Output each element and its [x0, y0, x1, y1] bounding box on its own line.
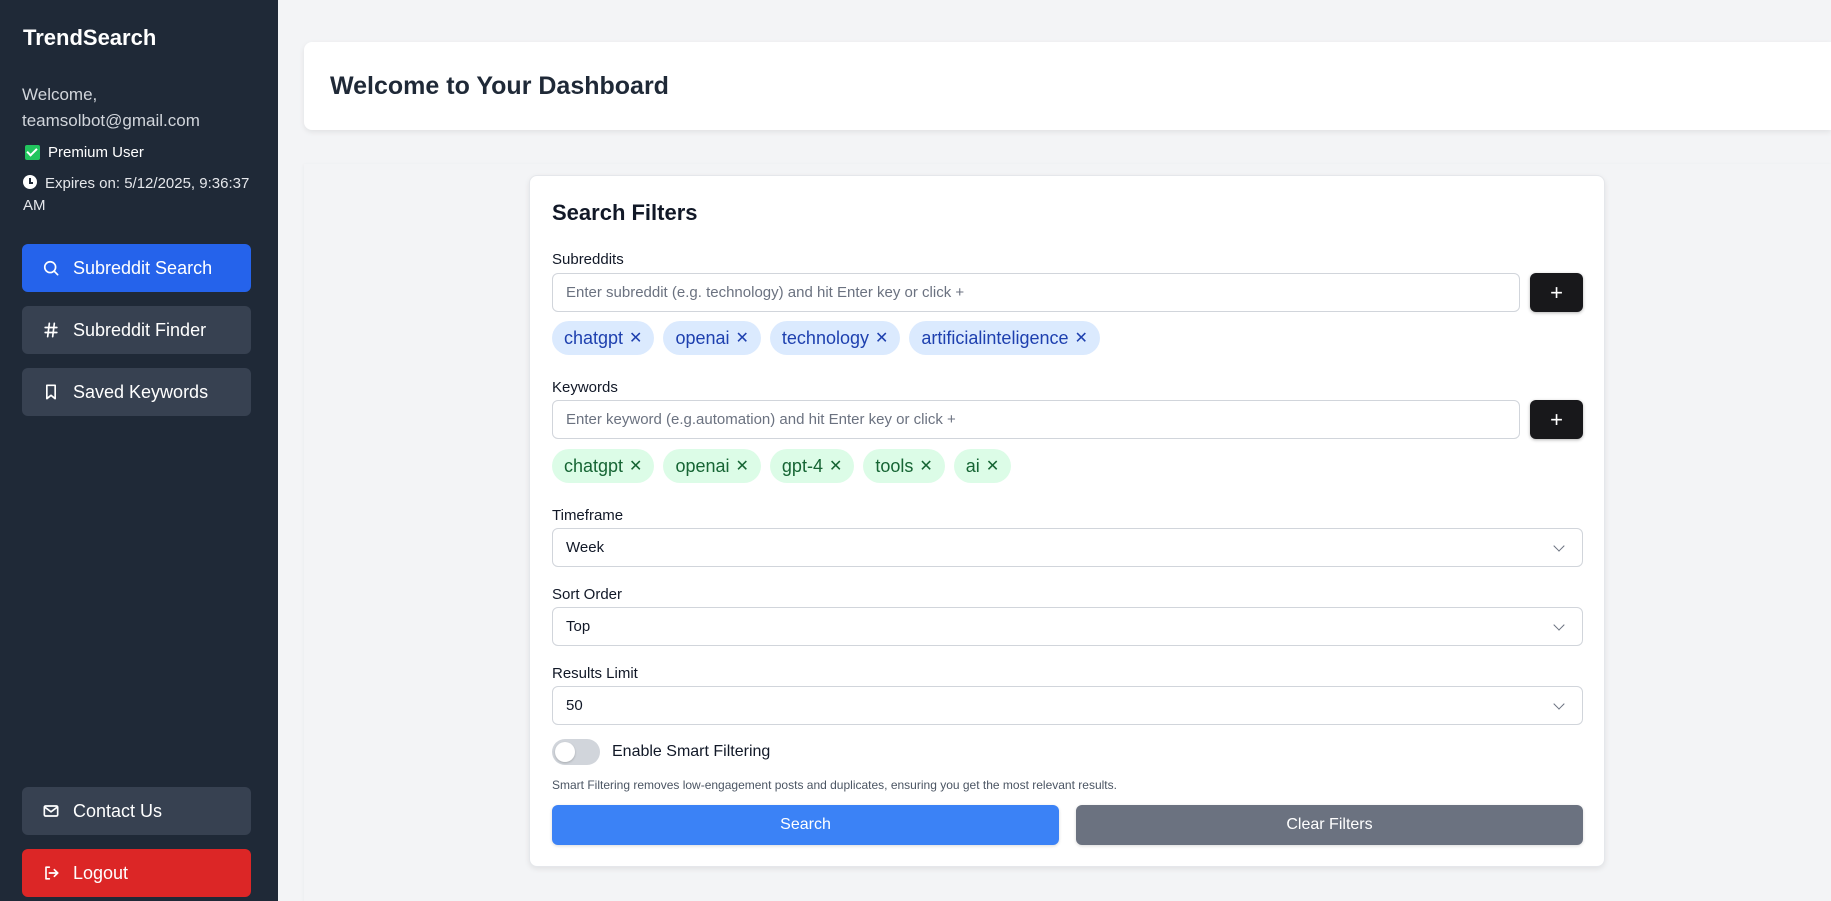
results-limit-label: Results Limit	[552, 665, 638, 682]
subreddit-input[interactable]	[552, 273, 1520, 312]
smart-filtering-toggle[interactable]	[552, 739, 600, 765]
chip-label: openai	[675, 327, 730, 348]
keyword-chip: chatgpt ✕	[552, 449, 655, 483]
chip-label: gpt-4	[781, 455, 823, 476]
results-limit-select[interactable]: 50	[552, 686, 1583, 725]
premium-badge: Premium User	[25, 144, 144, 161]
chip-label: openai	[675, 455, 730, 476]
contact-label: Contact Us	[73, 800, 163, 821]
subreddit-chip: technology ✕	[769, 321, 901, 355]
keyword-input[interactable]	[552, 400, 1520, 439]
keyword-chips: chatgpt ✕ openai ✕ gpt-4 ✕ tools ✕ ai ✕	[552, 449, 1012, 483]
logout-icon	[45, 866, 59, 880]
close-icon[interactable]: ✕	[875, 328, 888, 348]
nav-subreddit-search[interactable]: Subreddit Search	[22, 244, 251, 292]
nav-subreddit-finder[interactable]: Subreddit Finder	[22, 306, 251, 354]
nav-saved-keywords[interactable]: Saved Keywords	[22, 368, 251, 416]
chip-label: chatgpt	[564, 327, 624, 348]
contact-us-button[interactable]: Contact Us	[22, 787, 251, 835]
checkmark-icon	[25, 145, 40, 160]
add-subreddit-button[interactable]: +	[1530, 273, 1583, 312]
close-icon[interactable]: ✕	[629, 456, 642, 476]
keyword-chip: openai ✕	[663, 449, 761, 483]
chevron-down-icon	[1553, 539, 1565, 552]
smart-filtering-label: Enable Smart Filtering	[612, 743, 771, 760]
keyword-chip: tools ✕	[863, 449, 945, 483]
nav-label: Saved Keywords	[73, 381, 209, 402]
subreddit-chip: artificialinteligence ✕	[909, 321, 1100, 355]
results-limit-value: 50	[566, 697, 583, 714]
expiry-text: Expires on: 5/12/2025, 9:36:37 AM	[23, 175, 250, 214]
close-icon[interactable]: ✕	[829, 456, 842, 476]
filters-title: Search Filters	[552, 200, 698, 225]
chevron-down-icon	[1553, 618, 1565, 631]
timeframe-select[interactable]: Week	[552, 528, 1583, 567]
logout-label: Logout	[73, 862, 129, 883]
timeframe-value: Week	[566, 539, 605, 556]
chip-label: tools	[875, 455, 914, 476]
bookmark-icon	[46, 384, 57, 400]
clear-filters-button[interactable]: Clear Filters	[1076, 805, 1583, 845]
close-icon[interactable]: ✕	[736, 328, 749, 348]
dashboard-header: Welcome to Your Dashboard	[304, 42, 1831, 130]
chevron-down-icon	[1553, 697, 1565, 710]
chip-label: technology	[781, 327, 869, 348]
sort-order-label: Sort Order	[552, 586, 623, 603]
mail-icon	[43, 805, 59, 817]
close-icon[interactable]: ✕	[919, 456, 932, 476]
logout-button[interactable]: Logout	[22, 849, 251, 897]
brand-logo: TrendSearch	[23, 25, 157, 50]
chip-label: chatgpt	[564, 455, 624, 476]
close-icon[interactable]: ✕	[736, 456, 749, 476]
clock-icon	[23, 175, 37, 189]
welcome-text: Welcome, teamsolbot@gmail.com	[22, 85, 200, 130]
subreddit-chips: chatgpt ✕ openai ✕ technology ✕ artificiali…	[552, 321, 1100, 355]
subreddits-label: Subreddits	[552, 251, 624, 268]
sidebar: TrendSearch Welcome, teamsolbot@gmail.co…	[0, 0, 278, 901]
expiry-info: Expires on: 5/12/2025, 9:36:37 AM	[23, 173, 263, 217]
chip-label: artificialinteligence	[921, 327, 1069, 348]
close-icon[interactable]: ✕	[629, 328, 642, 348]
smart-filtering-helper: Smart Filtering removes low-engagement p…	[552, 778, 1117, 792]
toggle-knob	[555, 742, 575, 762]
add-keyword-button[interactable]: +	[1530, 400, 1583, 439]
close-icon[interactable]: ✕	[986, 456, 999, 476]
search-icon	[43, 260, 59, 276]
keyword-chip: gpt-4 ✕	[769, 449, 855, 483]
keywords-label: Keywords	[552, 379, 618, 396]
close-icon[interactable]: ✕	[1074, 328, 1087, 348]
timeframe-label: Timeframe	[552, 507, 624, 524]
premium-label: Premium User	[48, 144, 144, 161]
chip-label: ai	[965, 455, 980, 476]
nav-label: Subreddit Search	[73, 257, 213, 278]
subreddit-chip: openai ✕	[663, 321, 761, 355]
hash-icon	[44, 322, 58, 338]
keyword-chip: ai ✕	[953, 449, 1012, 483]
page-title: Welcome to Your Dashboard	[330, 72, 669, 100]
sort-order-value: Top	[566, 618, 591, 635]
subreddit-chip: chatgpt ✕	[552, 321, 655, 355]
sort-order-select[interactable]: Top	[552, 607, 1583, 646]
search-button[interactable]: Search	[552, 805, 1059, 845]
search-filters-card: Search Filters Subreddits + chatgpt✕ ope…	[529, 175, 1605, 867]
nav-label: Subreddit Finder	[73, 319, 207, 340]
